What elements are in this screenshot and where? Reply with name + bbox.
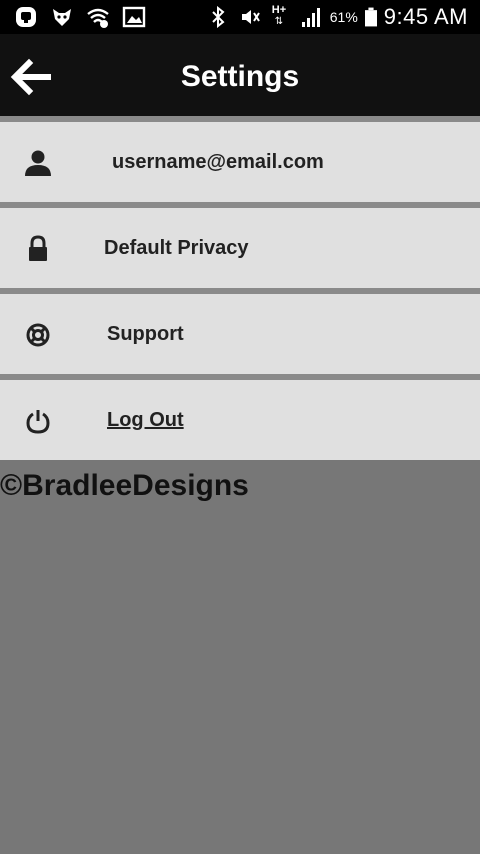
- signal-icon: [301, 8, 320, 27]
- mute-icon: [241, 10, 260, 24]
- page-title: Settings: [180, 60, 300, 93]
- battery-icon: [364, 7, 377, 27]
- data-arrows-icon: ⇅: [274, 16, 284, 27]
- menu-item-label: username@email.com: [112, 151, 324, 173]
- system-icons: H+ ⇅ 61% 9:45 AM: [208, 3, 468, 31]
- network-type-label: H+: [271, 4, 287, 16]
- battery-percent: 61%: [329, 9, 358, 25]
- app-notification-icon: [16, 7, 36, 27]
- menu-item-support[interactable]: Support: [0, 288, 480, 374]
- lock-icon: [24, 235, 52, 263]
- mobile-data-icon: H+ ⇅: [272, 4, 292, 30]
- clock: 9:45 AM: [383, 4, 468, 29]
- copyright-watermark: ©BradleeDesigns: [0, 469, 249, 502]
- menu-item-label: Support: [107, 323, 184, 345]
- person-icon: [24, 149, 52, 177]
- log-out-link[interactable]: Log Out: [107, 408, 184, 432]
- notification-icons: [14, 5, 146, 29]
- status-bar: H+ ⇅ 61% 9:45 AM: [0, 0, 480, 34]
- menu-item-log-out[interactable]: Log Out: [0, 374, 480, 460]
- app-bar: Settings: [0, 34, 480, 116]
- menu-item-default-privacy[interactable]: Default Privacy: [0, 202, 480, 288]
- wifi-calling-icon: [87, 8, 109, 28]
- gallery-icon: [122, 6, 146, 28]
- bluetooth-icon: [212, 6, 225, 28]
- settings-menu: username@email.com Default Privacy Suppo…: [0, 116, 480, 460]
- power-icon: [24, 407, 52, 435]
- lifebuoy-icon: [24, 321, 52, 349]
- fox-notification-icon: [53, 9, 71, 26]
- menu-item-account[interactable]: username@email.com: [0, 116, 480, 202]
- menu-item-label: Default Privacy: [104, 237, 249, 259]
